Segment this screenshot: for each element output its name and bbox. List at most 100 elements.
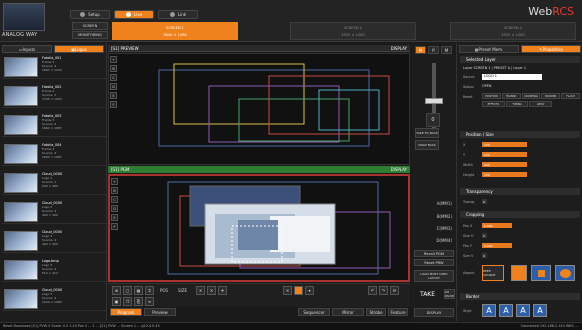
take-to-back-button[interactable]: TAKE TO BACK (415, 128, 439, 138)
aspect-4-3-button[interactable] (511, 265, 527, 281)
aspect-16-9-button[interactable] (531, 265, 551, 281)
paste-icon[interactable]: ⎘ (134, 297, 143, 306)
chevron-down-icon[interactable]: ▾ (305, 286, 314, 295)
border-style-a[interactable]: A (482, 304, 496, 317)
tab-properties[interactable]: ✎ Properties (521, 45, 581, 53)
input-list-item[interactable]: Fotolia_003 Frame 3 Source: 4 1664 × 1087 (2, 113, 106, 137)
reset-prw-button[interactable]: Reset PRW (414, 259, 454, 266)
layer-image[interactable] (270, 216, 330, 252)
reset-flash-button[interactable]: FLASH (561, 93, 580, 99)
cropping-header[interactable]: Cropping (460, 211, 580, 218)
tab-logos[interactable]: ▣ Logos (54, 45, 104, 53)
input-list-item[interactable]: Cloud_0000 Logo 3 Source: 4 400 × 300 (2, 229, 106, 253)
input-thumbnail[interactable] (4, 260, 38, 280)
screen-view-button[interactable]: SCREEN (72, 22, 108, 30)
reset-cropping-button[interactable]: CROPPING (521, 93, 541, 99)
grid-icon[interactable]: ▦ (134, 286, 143, 295)
border-style-c[interactable]: A (516, 304, 530, 317)
input-thumbnail[interactable] (4, 289, 38, 309)
layer-d-label[interactable]: D(MM4) (412, 238, 452, 243)
reset-timing-button[interactable]: TIMING (505, 101, 529, 107)
mem2-button[interactable]: M (441, 46, 452, 54)
snap-icon[interactable]: ⌗ (145, 286, 154, 295)
input-list-item[interactable]: Cloud_0000 Logo 2 Source: 4 400 × 300 (2, 200, 106, 224)
layer-b-label[interactable]: B(MM2) (412, 214, 452, 219)
layer-frame[interactable] (238, 98, 350, 142)
pause-button[interactable]: OR PAUSE (444, 289, 455, 299)
layer-tool-e[interactable]: E (111, 214, 118, 221)
input-thumbnail[interactable] (4, 202, 38, 222)
tab-program[interactable]: Program (110, 308, 142, 316)
tab-strobe[interactable]: Strobe (366, 308, 386, 316)
tab-sequencer[interactable]: Sequencer (298, 308, 330, 316)
width-field[interactable]: 400 (482, 162, 527, 167)
fit-icon[interactable]: ▢ (123, 286, 132, 295)
copy-icon[interactable]: ❐ (123, 297, 132, 306)
monitoring-view-button[interactable]: MONITORING (72, 31, 108, 39)
close-icon[interactable]: ✕ (196, 286, 205, 295)
pos-x-field[interactable]: 100 (482, 142, 527, 147)
tab-preset-mem[interactable]: ▦ Preset Mem. (459, 45, 519, 53)
layer-tool-add[interactable]: + (110, 56, 117, 63)
tab-inputs[interactable]: ▭ Inputs (2, 45, 52, 53)
input-thumbnail[interactable] (4, 173, 38, 193)
tab-screen-1[interactable]: SCREEN 1 3840 × 1080 (112, 22, 238, 40)
layer-tool-c[interactable]: C (110, 74, 117, 81)
crop-size-h-field[interactable]: 0 (482, 233, 487, 238)
undo-icon[interactable]: ↶ (368, 286, 377, 295)
border-style-b[interactable]: A (499, 304, 513, 317)
tab-mirror[interactable]: Mirror (332, 308, 364, 316)
layer-tool-b[interactable]: B (110, 65, 117, 72)
selected-layer-header[interactable]: Selected Layer (460, 56, 580, 63)
layer-frame[interactable] (158, 69, 370, 147)
mem-button[interactable]: M (415, 46, 426, 54)
input-list-item[interactable]: Fotolia_004 Frame 3 Source: 4 1664 × 1087 (2, 142, 106, 166)
border-header[interactable]: Border (460, 293, 580, 300)
layer-tool-e[interactable]: E (110, 92, 117, 99)
input-list-item[interactable]: Cloud_0000 Logo 5 Source: 4 1920 × 1080 (2, 287, 106, 311)
layer-tool-d[interactable]: D (110, 83, 117, 90)
move-icon[interactable]: ✛ (218, 286, 227, 295)
program-canvas[interactable]: + B C D E F (108, 174, 410, 282)
close-icon[interactable]: ✕ (207, 286, 216, 295)
mode-live-button[interactable]: Live (114, 10, 154, 19)
transp-field[interactable]: 0 (482, 199, 487, 204)
mode-setup-button[interactable]: Setup (70, 10, 110, 19)
pos-y-field[interactable]: 100 (482, 152, 527, 157)
mode-link-button[interactable]: Link (158, 10, 198, 19)
apply-button[interactable]: APPLY (529, 101, 553, 107)
reset-effects-button[interactable]: EFFECTS (482, 101, 505, 107)
preview-layers[interactable] (119, 54, 409, 164)
input-thumbnail[interactable] (4, 57, 38, 77)
layer-tool-b[interactable]: B (111, 187, 118, 194)
input-thumbnail[interactable] (4, 115, 38, 135)
refresh-icon[interactable]: ⟳ (390, 286, 399, 295)
tab-screen-2[interactable]: SCREEN 2 1920 × 1080 (290, 22, 416, 40)
input-list-item[interactable]: Fotolia_002 Frame 2 Source: 3 1795 × 1024 (2, 84, 106, 108)
crop-pos-x-field[interactable]: 0.000 (482, 223, 512, 228)
tab-screen-4[interactable]: SCREEN 4 1920 × 1080 (450, 22, 576, 40)
swap-back-button[interactable]: SWAP BACK (415, 140, 439, 150)
preview-canvas[interactable]: + B C D E F (108, 53, 410, 165)
image-icon[interactable]: ▣ (112, 297, 121, 306)
border-style-d[interactable]: A (533, 304, 547, 317)
layer-tool-d[interactable]: D (111, 205, 118, 212)
take-display-button[interactable]: DISPLAY (414, 308, 454, 317)
layer-a-label[interactable]: A(MM1) (412, 201, 452, 206)
keep-source-button[interactable]: KEEP SOURCE (482, 265, 504, 281)
color-icon[interactable] (294, 286, 303, 295)
t-bar-handle[interactable] (425, 98, 443, 104)
tab-feature[interactable]: Feature (388, 308, 408, 316)
layer-c-label[interactable]: C(MM3) (412, 226, 452, 231)
reset-border-button[interactable]: BORDER (541, 93, 561, 99)
crop-size-v-field[interactable]: 0 (482, 253, 487, 258)
crop-pos-y-field[interactable]: 0.000 (482, 243, 512, 248)
source-select[interactable]: LOGO 1 (482, 74, 542, 80)
input-thumbnail[interactable] (4, 86, 38, 106)
layer-frame[interactable] (268, 75, 390, 135)
load-layout-button[interactable]: LOAD MOST USED LAYOUT (414, 270, 454, 282)
input-thumbnail[interactable] (4, 231, 38, 251)
layers-icon[interactable]: ≡ (145, 297, 154, 306)
layer-tool-c[interactable]: C (111, 196, 118, 203)
height-field[interactable]: 300 (482, 172, 527, 177)
